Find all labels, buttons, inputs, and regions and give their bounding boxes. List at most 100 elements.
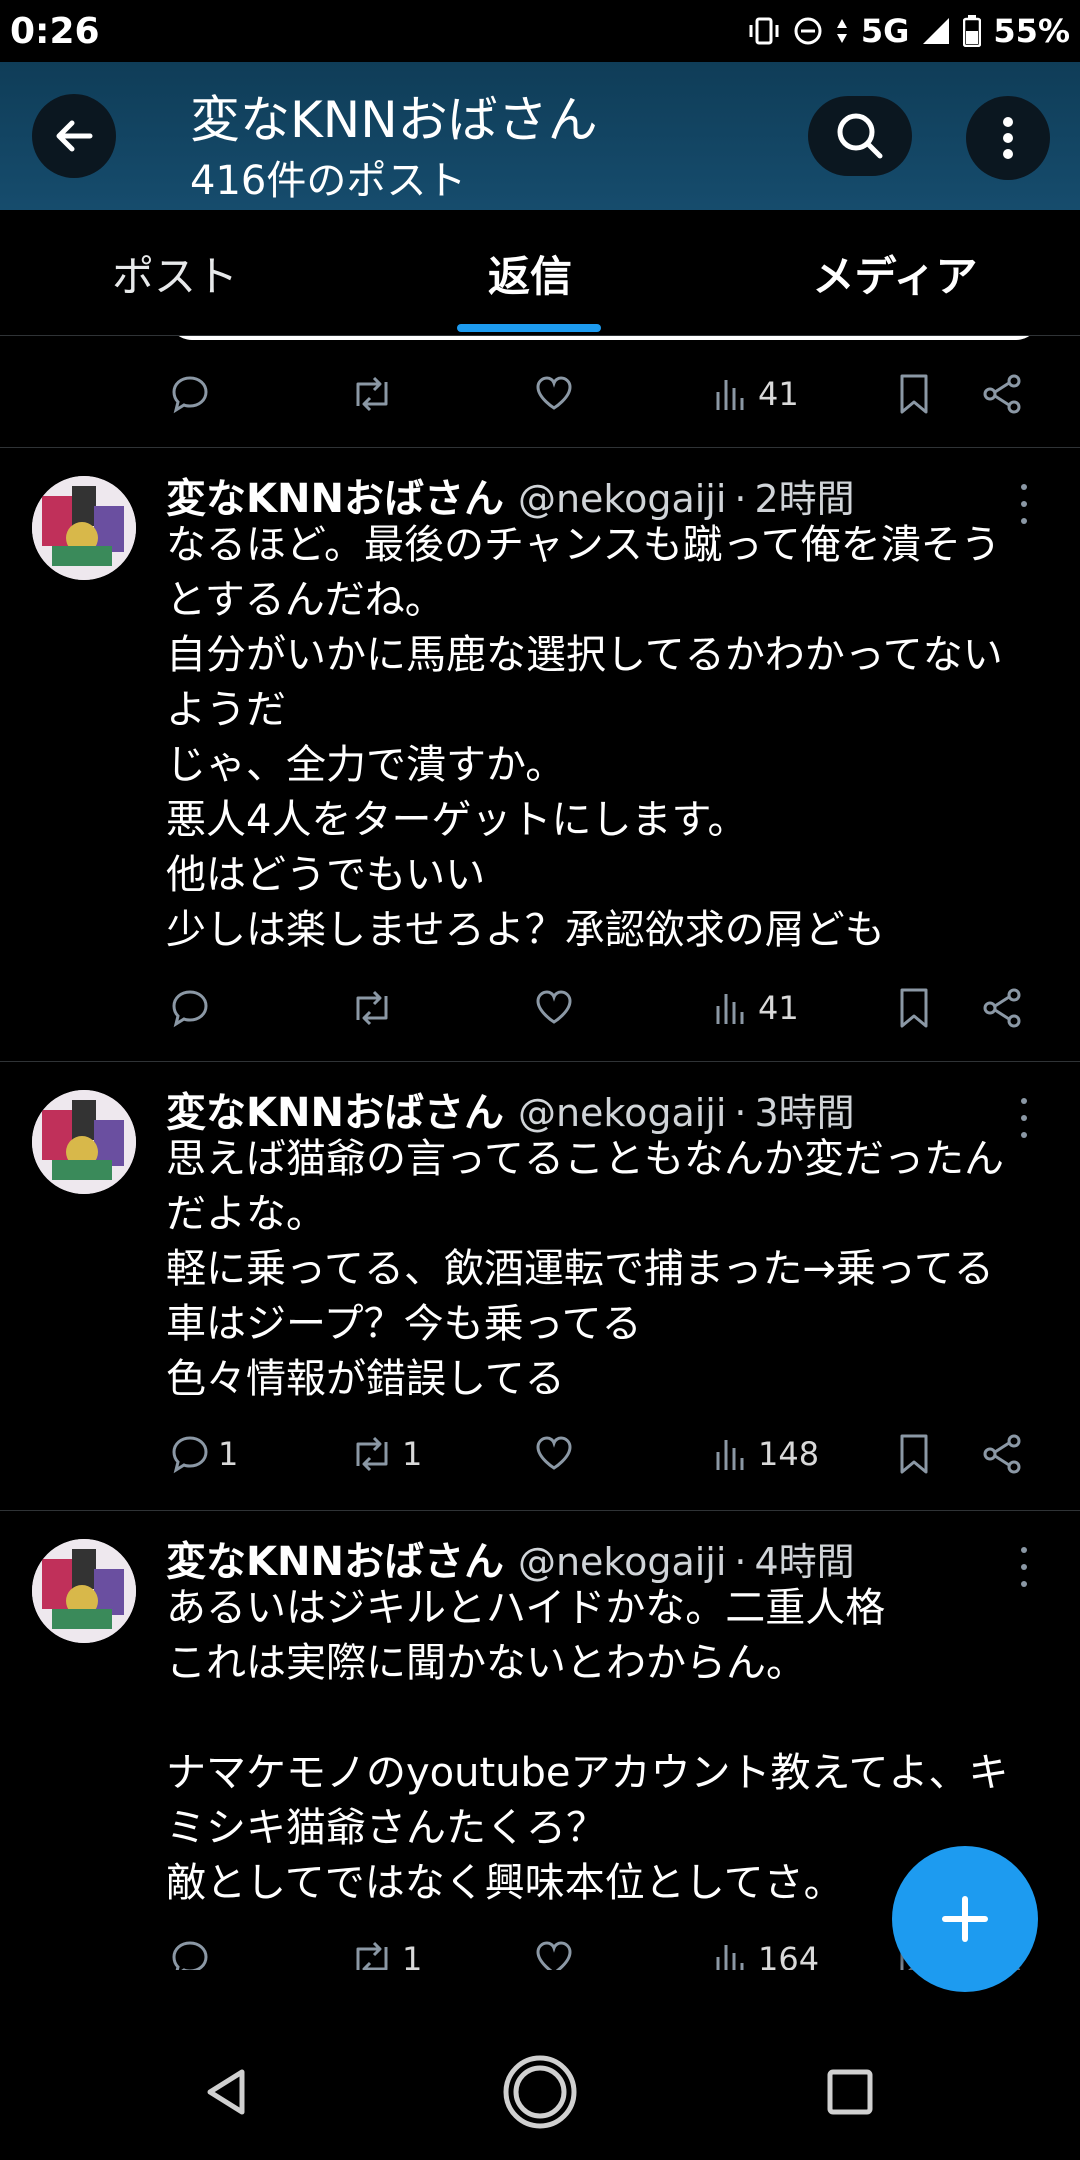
text-line: [166, 1691, 1066, 1746]
data-arrows-icon: [835, 16, 849, 46]
analytics-icon: [716, 380, 744, 410]
views-count: 41: [758, 375, 799, 413]
text-line: これは実際に聞かないとわからん。: [166, 1640, 806, 1686]
avatar[interactable]: [32, 476, 136, 580]
user-handle[interactable]: @nekogaiji: [518, 477, 726, 521]
share-button[interactable]: [980, 1424, 1024, 1484]
embedded-card-edge: [168, 336, 1040, 340]
repost-button[interactable]: [348, 364, 396, 424]
like-button[interactable]: [532, 978, 576, 1038]
repost-button[interactable]: [348, 978, 402, 1038]
text-line: だよな。: [166, 1191, 326, 1237]
views-button[interactable]: 41: [712, 978, 799, 1038]
views-button[interactable]: 164: [712, 1929, 819, 1970]
like-button[interactable]: [532, 364, 576, 424]
views-button[interactable]: 41: [712, 364, 799, 424]
text-line: 悪人4人をターゲットにします。: [166, 797, 748, 843]
repost-icon: [356, 1941, 388, 1970]
dnd-icon: [793, 16, 823, 46]
text-line: とするんだね。: [166, 577, 445, 623]
analytics-icon: [716, 1440, 744, 1470]
analytics-icon: [716, 1945, 744, 1970]
analytics-icon: [716, 994, 744, 1024]
heart-icon: [536, 1941, 572, 1970]
battery-percent: 55%: [993, 12, 1070, 50]
reply-button[interactable]: [168, 364, 212, 424]
views-count: 41: [758, 989, 799, 1027]
nav-back-button[interactable]: [176, 2042, 276, 2142]
profile-tabs: ポスト 返信 メディア: [0, 210, 1080, 336]
share-icon: [983, 374, 1021, 414]
like-button[interactable]: [532, 1929, 576, 1970]
more-options-button[interactable]: [966, 96, 1050, 180]
tab-media[interactable]: メディア: [710, 210, 1080, 336]
profile-header: 変なKNNおばさん 416件のポスト: [0, 62, 1080, 210]
text-line: 自分がいかに馬鹿な選択してるかわかってない: [166, 632, 1003, 678]
repost-button[interactable]: 1: [348, 1929, 422, 1970]
repost-icon: [356, 990, 388, 1026]
repost-count: 1: [402, 1940, 423, 1970]
share-button[interactable]: [980, 364, 1024, 424]
compose-button[interactable]: [892, 1846, 1038, 1992]
reply-button[interactable]: 1: [168, 1424, 238, 1484]
nav-recents-button[interactable]: [800, 2042, 900, 2142]
display-name[interactable]: 変なKNNおばさん: [166, 1529, 504, 1587]
tab-indicator: [457, 324, 601, 332]
back-button[interactable]: [32, 94, 116, 178]
reply-button[interactable]: [168, 1929, 218, 1970]
user-handle[interactable]: @nekogaiji: [518, 1540, 726, 1584]
tweet-text: 思えば猫爺の言ってることもなんか変だったん だよな。 軽に乗ってる、飲酒運転で捕…: [166, 1132, 1066, 1407]
reply-feed[interactable]: 41 変なKNNおばさん @nekogaiji · 2時間 なるほど。最後のチャ…: [0, 336, 1080, 1970]
text-line: あるいはジキルとハイドかな。二重人格: [166, 1585, 886, 1631]
text-line: 他はどうでもいい: [166, 852, 486, 898]
search-icon: [837, 113, 883, 159]
text-line: 思えば猫爺の言ってることもなんか変だったん: [166, 1136, 1004, 1182]
status-bar: 0:26 5G 55%: [0, 0, 1080, 62]
tab-replies[interactable]: 返信: [350, 210, 710, 336]
reply-button[interactable]: [168, 978, 218, 1038]
bookmark-button[interactable]: [894, 1424, 934, 1484]
separator-dot: ·: [734, 1091, 747, 1135]
share-button[interactable]: [980, 978, 1024, 1038]
avatar[interactable]: [32, 1539, 136, 1643]
bookmark-icon: [900, 374, 928, 414]
search-button[interactable]: [808, 96, 912, 176]
views-count: 148: [758, 1435, 820, 1473]
tweet[interactable]: 変なKNNおばさん @nekogaiji · 3時間 思えば猫爺の言ってることも…: [0, 1062, 1080, 1510]
plus-icon: [942, 1896, 988, 1942]
bookmark-button[interactable]: [894, 364, 934, 424]
heart-icon: [536, 1436, 572, 1470]
display-name[interactable]: 変なKNNおばさん: [166, 466, 504, 524]
reply-icon: [172, 990, 208, 1028]
timestamp[interactable]: 3時間: [755, 1082, 855, 1137]
timestamp[interactable]: 4時間: [755, 1531, 855, 1586]
bookmark-button[interactable]: [894, 978, 934, 1038]
text-line: なるほど。最後のチャンスも蹴って俺を潰そう: [166, 522, 1001, 568]
timestamp[interactable]: 2時間: [755, 468, 855, 523]
text-line: 軽に乗ってる、飲酒運転で捕まった→乗ってる: [166, 1246, 994, 1292]
reply-count: 1: [218, 1435, 239, 1473]
text-line: ナマケモノのyoutubeアカウント教えてよ、キ: [166, 1750, 1009, 1796]
display-name[interactable]: 変なKNNおばさん: [166, 1080, 504, 1138]
share-icon: [983, 988, 1021, 1028]
like-button[interactable]: [532, 1424, 576, 1484]
share-icon: [983, 1434, 1021, 1474]
repost-count: 1: [402, 1435, 423, 1473]
user-handle[interactable]: @nekogaiji: [518, 1091, 726, 1135]
repost-button[interactable]: 1: [348, 1424, 422, 1484]
tweet-text: なるほど。最後のチャンスも蹴って俺を潰そう とするんだね。 自分がいかに馬鹿な選…: [166, 518, 1066, 958]
text-line: 少しは楽しませろよ？承認欲求の屑ども: [166, 907, 885, 953]
tweet-header: 変なKNNおばさん @nekogaiji · 4時間: [166, 1529, 855, 1587]
views-button[interactable]: 148: [712, 1424, 819, 1484]
nav-home-button[interactable]: [490, 2042, 590, 2142]
status-time: 0:26: [10, 10, 100, 52]
tab-posts[interactable]: ポスト: [0, 210, 350, 336]
tweet[interactable]: 変なKNNおばさん @nekogaiji · 2時間 なるほど。最後のチャンスも…: [0, 448, 1080, 1061]
tweet-header: 変なKNNおばさん @nekogaiji · 2時間: [166, 466, 855, 524]
tweet-actions: 41: [168, 978, 1048, 1038]
bookmark-icon: [900, 1434, 928, 1474]
repost-icon: [356, 1436, 388, 1472]
separator-dot: ·: [734, 1540, 747, 1584]
arrow-left-icon: [56, 120, 93, 152]
avatar[interactable]: [32, 1090, 136, 1194]
